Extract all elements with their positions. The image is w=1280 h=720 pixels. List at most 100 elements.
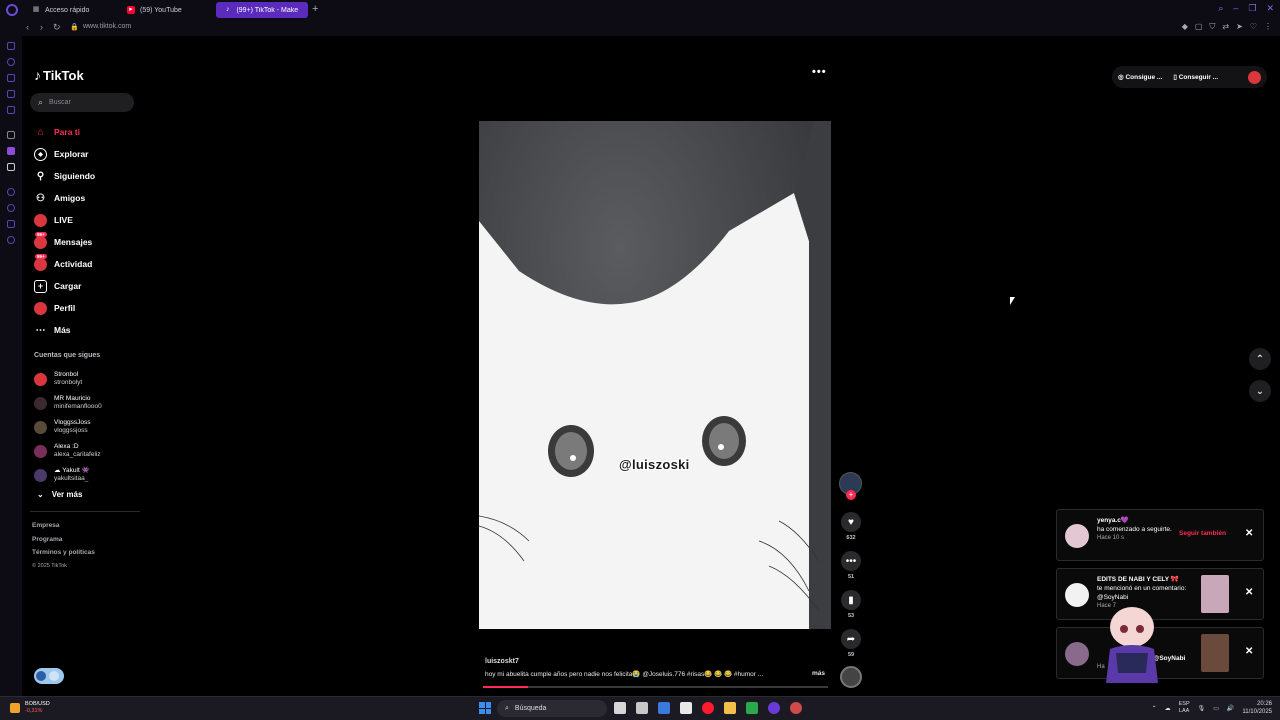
following-item[interactable]: Alexa :D alexa_caritafeliz [34,439,102,463]
ticker-widget[interactable]: BOB/USD -0,31% [10,701,50,715]
video-player[interactable]: @luiszoski [479,121,831,629]
next-video-button[interactable]: ⌄ [1249,380,1271,402]
vscode-icon[interactable] [658,702,670,714]
nav-following[interactable]: ⚲ Siguiendo [34,165,95,187]
nav-more[interactable]: ⋯ Más [34,319,95,341]
follow-plus-icon[interactable]: + [846,490,856,500]
reload-icon[interactable]: ↻ [53,22,61,33]
bookmark-icon[interactable]: ◆ [1182,22,1188,32]
share-button[interactable]: ➦ 59 [840,629,862,658]
sound-disc-avatar[interactable] [840,666,862,688]
creator-avatar[interactable]: + [839,472,862,500]
video-author[interactable]: luiszoskt7 [485,658,825,670]
clock[interactable]: 20:26 11/10/2025 [1242,700,1272,716]
get-app-button[interactable]: ▯ Conseguir ... [1173,73,1218,81]
sidebar-x-icon[interactable] [7,163,15,171]
snapshot-icon[interactable]: ▢ [1195,22,1203,32]
discord-icon[interactable] [768,702,780,714]
url-field[interactable]: www.tiktok.com [83,23,131,30]
sidebar-shop-icon[interactable] [7,74,15,82]
sidebar-bulb-icon[interactable] [7,220,15,228]
video-thumbnail[interactable] [1201,575,1229,613]
caption-more-button[interactable]: más [812,670,825,678]
sidebar-ai-icon[interactable] [7,58,15,66]
send-icon[interactable]: ➤ [1236,22,1243,32]
close-icon[interactable]: ✕ [1245,587,1253,598]
footer-link-terms[interactable]: Términos y políticas [32,549,95,563]
language-indicator[interactable]: ESP LAA [1179,701,1190,715]
search-tabs-icon[interactable]: ⌕ [1218,3,1223,14]
forward-icon[interactable]: › [40,22,43,32]
sidebar-settings-icon[interactable] [7,236,15,244]
sidebar-news-icon[interactable] [7,106,15,114]
tab-youtube[interactable]: ▸ (59) YouTube [119,2,190,18]
minimize-icon[interactable]: – [1233,3,1238,14]
sidebar-app-icon[interactable] [7,131,15,139]
capcut-icon[interactable] [680,702,692,714]
nav-label: Cargar [54,281,82,291]
footer-link-company[interactable]: Empresa [32,522,95,536]
close-window-icon[interactable]: ✕ [1266,3,1274,14]
footer-link-program[interactable]: Programa [32,536,95,550]
opera-icon[interactable] [702,702,714,714]
follow-back-button[interactable]: Seguir también [1179,530,1226,537]
save-button[interactable]: ▮ 53 [840,590,862,619]
video-progress-bar[interactable] [483,686,828,688]
close-icon[interactable]: ✕ [1245,528,1253,539]
back-icon[interactable]: ‹ [26,22,29,32]
file-explorer-icon[interactable] [724,702,736,714]
tab-quick-access[interactable]: ▦ Acceso rápido [24,2,97,18]
sidebar-home-icon[interactable] [7,42,15,50]
nav-profile[interactable]: Perfil [34,297,95,319]
mic-icon[interactable]: 🎙 [1198,705,1206,712]
comment-button[interactable]: ••• 51 [840,551,862,580]
sidebar-clock-icon[interactable] [7,204,15,212]
opera-logo-icon[interactable] [6,4,18,16]
following-item[interactable]: VloggssJoss vloggssjoss [34,415,102,439]
search-bar[interactable]: ⌕ [30,93,134,112]
task-view-icon[interactable] [614,702,626,714]
nav-for-you[interactable]: ⌂ Para ti [34,121,95,143]
notification-toast[interactable]: yenya.c💜 ha comenzado a seguirte. Hace 1… [1056,509,1264,561]
tiktok-logo[interactable]: ♪ TikTok [34,67,84,83]
heart-icon[interactable]: ♡ [1250,22,1257,32]
shield-icon[interactable]: ⛉ [1209,22,1215,32]
tab-tiktok[interactable]: ♪ (99+) TikTok - Make Y [216,2,308,18]
new-tab-button[interactable]: + [312,3,318,15]
lock-icon[interactable]: 🔒 [70,23,79,31]
translate-icon[interactable]: ⇄ [1222,22,1229,32]
video-thumbnail[interactable] [1201,634,1229,672]
nav-activity[interactable]: 99+ Actividad [34,253,95,275]
maximize-icon[interactable]: ❐ [1248,3,1256,14]
app-toggle-button[interactable] [34,668,64,684]
sidebar-history-icon[interactable] [7,188,15,196]
see-more-button[interactable]: ⌄ Ver más [37,490,82,499]
extensions-icon[interactable]: ⋮ [1264,22,1272,32]
onedrive-icon[interactable]: ☁ [1165,705,1171,712]
volume-icon[interactable]: 🔊 [1227,705,1234,712]
sidebar-wallet-icon[interactable] [7,90,15,98]
tray-chevron-icon[interactable]: ⌃ [1152,705,1157,712]
user-avatar[interactable] [1248,70,1261,84]
like-button[interactable]: ♥ 632 [840,512,862,541]
close-icon[interactable]: ✕ [1245,646,1253,657]
get-coins-button[interactable]: ◎ Consigue ... [1118,73,1162,81]
taskbar-search[interactable]: ⌕ Búsqueda [497,700,607,717]
following-item[interactable]: ☁ Yakult 👾 yakultsitaa_ [34,463,102,487]
sidebar-twitch-icon[interactable] [7,147,15,155]
nav-friends[interactable]: ⚇ Amigos [34,187,95,209]
more-options-icon[interactable]: ••• [812,66,827,78]
windows-start-icon[interactable] [479,702,491,714]
previous-video-button[interactable]: ⌃ [1249,348,1271,370]
following-item[interactable]: MR Mauricio minifemanflooo0 [34,391,102,415]
nav-explore[interactable]: ◆ Explorar [34,143,95,165]
file-icon[interactable] [636,702,648,714]
nav-upload[interactable]: + Cargar [34,275,95,297]
search-input[interactable] [49,99,130,106]
nav-messages[interactable]: 99+ Mensajes [34,231,95,253]
xbox-icon[interactable] [746,702,758,714]
monitor-icon[interactable]: ▭ [1213,705,1219,712]
following-item[interactable]: Stronbol stronbolyt [34,367,102,391]
nav-live[interactable]: LIVE [34,209,95,231]
settings-icon[interactable] [790,702,802,714]
